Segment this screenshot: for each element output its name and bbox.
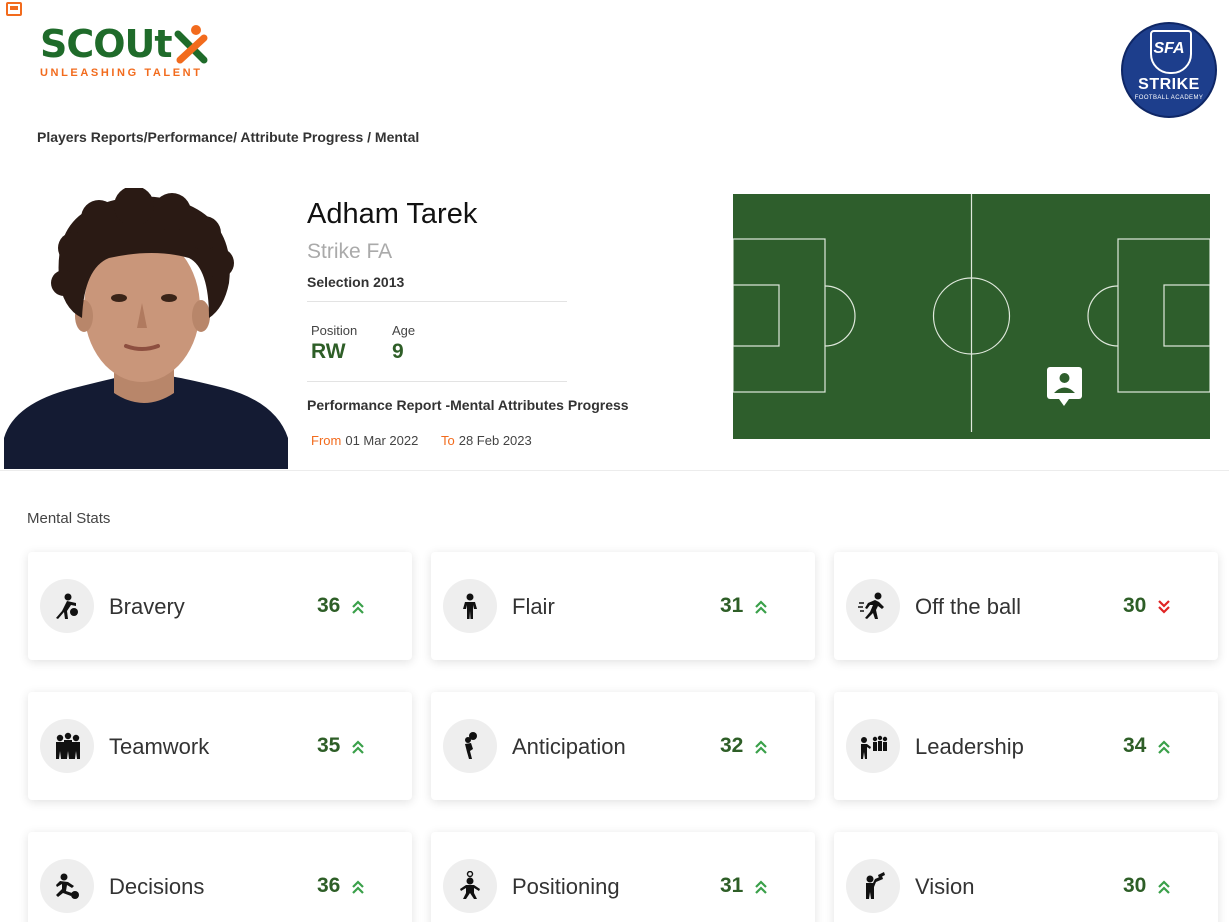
- age-label: Age: [392, 323, 416, 338]
- stat-card-off-the-ball[interactable]: Off the ball 30: [834, 552, 1218, 660]
- stat-name: Positioning: [512, 874, 620, 899]
- pitch-diagram: [733, 194, 1210, 439]
- stat-card-flair[interactable]: Flair 31: [431, 552, 815, 660]
- section-divider: [0, 470, 1229, 471]
- stat-name: Decisions: [109, 874, 205, 899]
- academy-badge: SFA STRIKE FOOTBALL ACADEMY: [1121, 22, 1217, 118]
- double-chevron-down-icon: [1158, 600, 1170, 614]
- position-value: RW: [311, 340, 346, 363]
- teamwork-icon: [40, 719, 94, 773]
- stat-name: Bravery: [109, 594, 185, 619]
- from-date: From 01 Mar 2022: [311, 433, 418, 448]
- bravery-icon: [40, 579, 94, 633]
- player-name: Adham Tarek: [307, 198, 478, 230]
- double-chevron-up-icon: [755, 740, 767, 754]
- from-label: From: [311, 433, 342, 448]
- double-chevron-up-icon: [352, 740, 364, 754]
- stat-value: 35: [317, 734, 341, 757]
- off-the-ball-icon: [846, 579, 900, 633]
- to-date: To 28 Feb 2023: [441, 433, 532, 448]
- window-corner-icon: [6, 2, 22, 16]
- selection-label: Selection 2013: [307, 274, 405, 290]
- divider: [307, 381, 567, 382]
- flair-icon: [443, 579, 497, 633]
- breadcrumb: Players Reports/Performance/ Attribute P…: [37, 129, 420, 145]
- stat-card-anticipation[interactable]: Anticipation 32: [431, 692, 815, 800]
- stat-name: Off the ball: [915, 594, 1021, 619]
- stat-name: Flair: [512, 594, 555, 619]
- stat-value: 36: [317, 874, 341, 897]
- from-date-value: 01 Mar 2022: [345, 433, 419, 448]
- decisions-icon: [40, 859, 94, 913]
- leadership-icon: [846, 719, 900, 773]
- to-label: To: [441, 433, 455, 448]
- logo-wordmark: SCOUt: [40, 22, 173, 66]
- section-title: Mental Stats: [27, 510, 111, 527]
- stat-name: Anticipation: [512, 734, 626, 759]
- double-chevron-up-icon: [352, 600, 364, 614]
- divider: [307, 301, 567, 302]
- stat-name: Leadership: [915, 734, 1024, 759]
- age-value: 9: [392, 340, 404, 363]
- stat-name: Vision: [915, 874, 975, 899]
- stat-value: 32: [720, 734, 744, 757]
- stat-card-decisions[interactable]: Decisions 36: [28, 832, 412, 922]
- stat-value: 34: [1123, 734, 1147, 757]
- position-label: Position: [311, 323, 358, 338]
- to-date-value: 28 Feb 2023: [458, 433, 532, 448]
- stat-value: 30: [1123, 874, 1147, 897]
- stat-value: 31: [720, 594, 744, 617]
- report-title: Performance Report -Mental Attributes Pr…: [307, 397, 629, 413]
- stat-card-leadership[interactable]: Leadership 34: [834, 692, 1218, 800]
- stat-value: 36: [317, 594, 341, 617]
- badge-subtitle: FOOTBALL ACADEMY: [1134, 95, 1204, 101]
- stat-value: 30: [1123, 594, 1147, 617]
- positioning-icon: [443, 859, 497, 913]
- stat-card-teamwork[interactable]: Teamwork 35: [28, 692, 412, 800]
- stat-name: Teamwork: [109, 734, 210, 759]
- badge-initials: SFA: [1153, 40, 1185, 57]
- stat-card-bravery[interactable]: Bravery 36: [28, 552, 412, 660]
- anticipation-icon: [443, 719, 497, 773]
- double-chevron-up-icon: [755, 880, 767, 894]
- double-chevron-up-icon: [352, 880, 364, 894]
- stat-card-positioning[interactable]: Positioning 31: [431, 832, 815, 922]
- stat-card-vision[interactable]: Vision 30: [834, 832, 1218, 922]
- double-chevron-up-icon: [755, 600, 767, 614]
- player-photo: [4, 188, 288, 469]
- logo-tagline: UNLEASHING TALENT: [40, 67, 203, 79]
- stat-value: 31: [720, 874, 744, 897]
- double-chevron-up-icon: [1158, 740, 1170, 754]
- scout-logo: SCOUt UNLEASHING TALENT: [40, 24, 210, 79]
- vision-icon: [846, 859, 900, 913]
- logo-figure-icon: [174, 25, 208, 64]
- club-name: Strike FA: [307, 240, 393, 263]
- badge-name: STRIKE: [1138, 76, 1200, 93]
- double-chevron-up-icon: [1158, 880, 1170, 894]
